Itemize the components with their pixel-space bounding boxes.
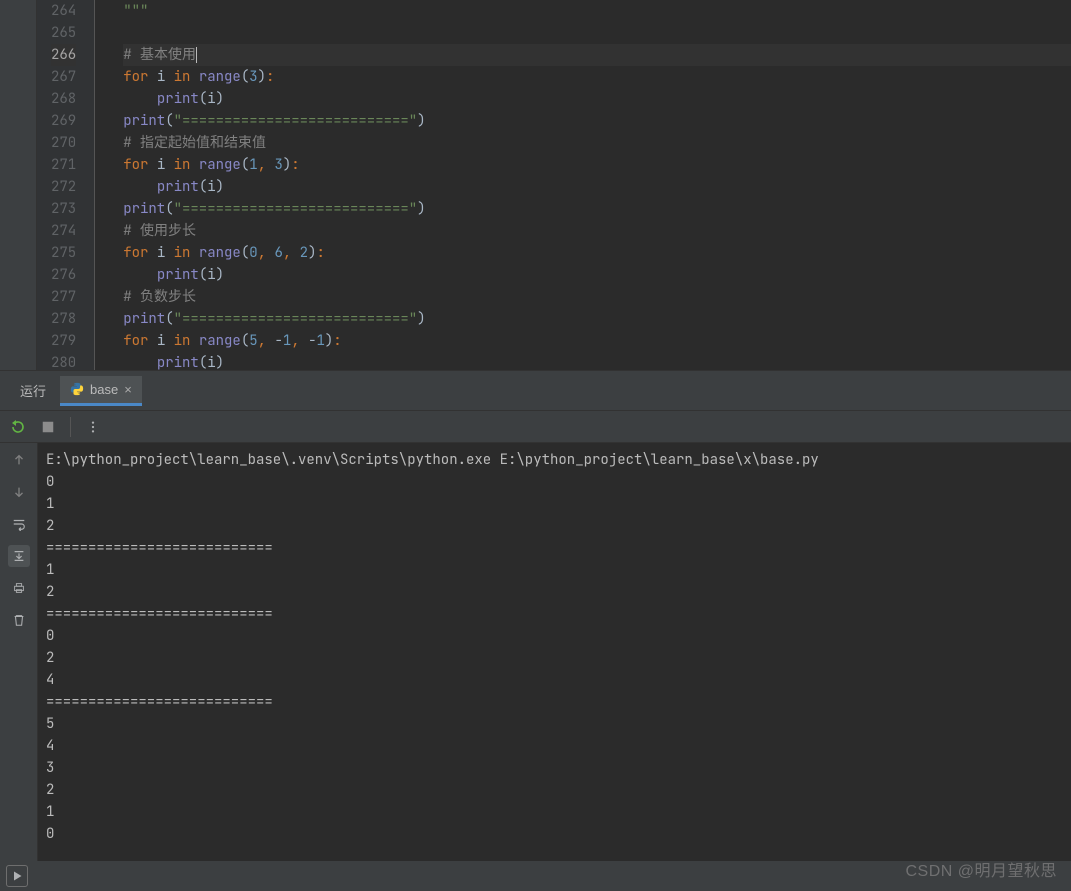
code-line[interactable]: for i in range(1, 3): — [123, 154, 1071, 176]
scroll-to-end-icon[interactable] — [8, 545, 30, 567]
code-line[interactable]: # 指定起始值和结束值 — [123, 132, 1071, 154]
line-number: 278 — [51, 308, 76, 330]
code-line[interactable]: print("===========================") — [123, 110, 1071, 132]
code-line[interactable]: print(i) — [123, 176, 1071, 198]
up-arrow-icon[interactable] — [8, 449, 30, 471]
line-number: 272 — [51, 176, 76, 198]
run-side-toolbar — [0, 443, 38, 861]
code-line[interactable]: # 使用步长 — [123, 220, 1071, 242]
stop-icon[interactable] — [40, 419, 56, 435]
python-icon — [70, 382, 84, 396]
line-number: 265 — [51, 22, 76, 44]
line-number: 274 — [51, 220, 76, 242]
line-number: 273 — [51, 198, 76, 220]
project-gutter — [0, 0, 37, 370]
line-number: 277 — [51, 286, 76, 308]
run-body: E:\python_project\learn_base\.venv\Scrip… — [0, 443, 1071, 861]
rerun-icon[interactable] — [10, 419, 26, 435]
more-icon[interactable] — [85, 419, 101, 435]
code-line[interactable]: print("===========================") — [123, 308, 1071, 330]
close-icon[interactable]: × — [124, 382, 132, 397]
line-number: 268 — [51, 88, 76, 110]
line-number: 279 — [51, 330, 76, 352]
down-arrow-icon[interactable] — [8, 481, 30, 503]
code-content[interactable]: """# 基本使用for i in range(3): print(i)prin… — [95, 0, 1071, 370]
run-tab-label: base — [90, 382, 118, 397]
code-line[interactable]: for i in range(0, 6, 2): — [123, 242, 1071, 264]
code-line[interactable]: """ — [123, 0, 1071, 22]
code-line[interactable]: for i in range(3): — [123, 66, 1071, 88]
run-panel: 运行 base × E:\python_project\l — [0, 371, 1071, 861]
run-panel-label: 运行 — [10, 381, 56, 400]
run-tab-base[interactable]: base × — [60, 376, 142, 406]
line-number: 267 — [51, 66, 76, 88]
line-number: 269 — [51, 110, 76, 132]
watermark: CSDN @明月望秋思 — [905, 857, 1057, 881]
run-button[interactable] — [6, 865, 28, 887]
line-number: 276 — [51, 264, 76, 286]
code-line[interactable]: # 负数步长 — [123, 286, 1071, 308]
code-line[interactable]: print(i) — [123, 88, 1071, 110]
code-line[interactable]: for i in range(5, -1, -1): — [123, 330, 1071, 352]
console-output[interactable]: E:\python_project\learn_base\.venv\Scrip… — [38, 443, 1071, 861]
trash-icon[interactable] — [8, 609, 30, 631]
code-line[interactable]: # 基本使用 — [123, 44, 1071, 66]
line-number: 266 — [51, 44, 76, 66]
line-number: 271 — [51, 154, 76, 176]
print-icon[interactable] — [8, 577, 30, 599]
code-editor[interactable]: 2642652662672682692702712722732742752762… — [37, 0, 1071, 370]
soft-wrap-icon[interactable] — [8, 513, 30, 535]
line-number: 264 — [51, 0, 76, 22]
run-toolbar — [0, 411, 1071, 443]
code-line[interactable]: print(i) — [123, 264, 1071, 286]
toolbar-separator — [70, 417, 71, 437]
run-tabs-bar: 运行 base × — [0, 371, 1071, 411]
line-number: 275 — [51, 242, 76, 264]
line-number-gutter: 2642652662672682692702712722732742752762… — [37, 0, 95, 370]
editor-area: 2642652662672682692702712722732742752762… — [0, 0, 1071, 371]
code-line[interactable] — [123, 22, 1071, 44]
line-number: 270 — [51, 132, 76, 154]
code-line[interactable]: print("===========================") — [123, 198, 1071, 220]
